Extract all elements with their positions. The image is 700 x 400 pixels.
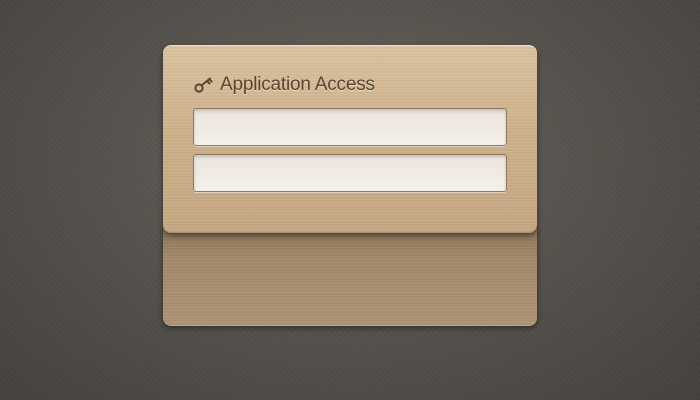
username-field[interactable] bbox=[193, 108, 507, 146]
key-icon bbox=[194, 77, 214, 93]
password-field[interactable] bbox=[193, 154, 507, 192]
panel-base-plate bbox=[163, 228, 537, 326]
panel-header: Application Access bbox=[194, 74, 375, 96]
panel-title: Application Access bbox=[220, 74, 375, 95]
login-panel: Application Access bbox=[163, 45, 537, 233]
